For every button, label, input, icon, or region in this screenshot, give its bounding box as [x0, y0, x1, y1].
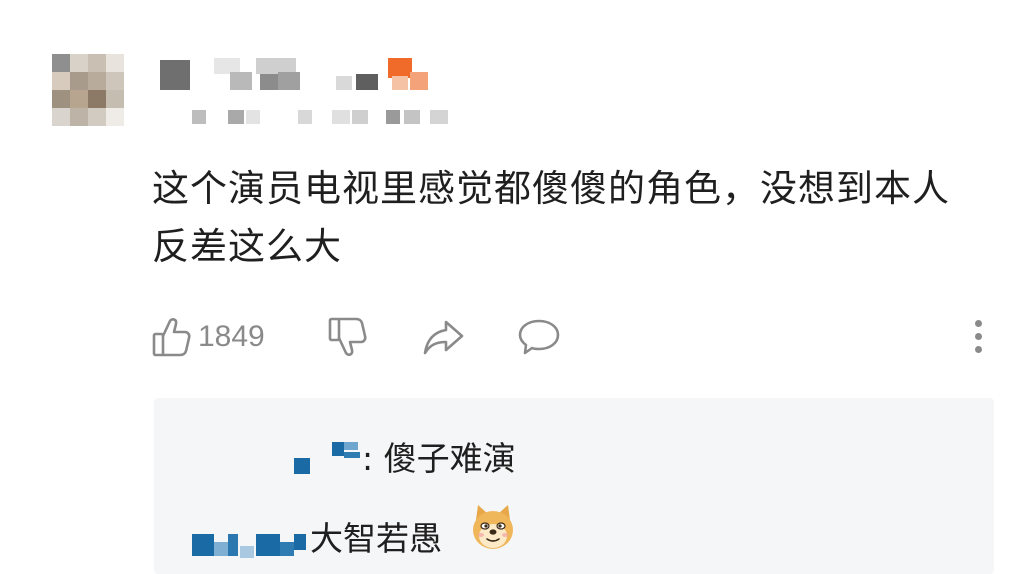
username-mosaic[interactable]: [160, 58, 450, 94]
reply-button[interactable]: [516, 316, 562, 358]
more-vertical-icon[interactable]: [975, 320, 982, 359]
like-button[interactable]: 1849: [152, 316, 265, 358]
comment-thread: 这个演员电视里感觉都傻傻的角色，没想到本人反差这么大 1849: 傻子难演 大…: [0, 0, 1024, 574]
comment-actions: 1849: [152, 316, 992, 366]
doge-emoji-icon: [468, 502, 518, 552]
comment-bubble-icon: [516, 316, 562, 358]
thumbs-down-icon: [328, 316, 368, 358]
avatar[interactable]: [52, 54, 124, 126]
thumbs-up-icon: [152, 316, 192, 358]
comment-meta-mosaic: [192, 110, 462, 130]
comment-text: 这个演员电视里感觉都傻傻的角色，没想到本人反差这么大: [152, 167, 950, 268]
share-arrow-icon: [422, 316, 466, 358]
dislike-button[interactable]: [328, 316, 368, 358]
reply-text: 大智若愚: [310, 519, 442, 558]
like-count: 1849: [198, 320, 265, 353]
reply-text: : 傻子难演: [362, 439, 516, 478]
replies-panel[interactable]: : 傻子难演 大智若愚: [154, 398, 994, 574]
reply-author-mosaic[interactable]: [192, 522, 312, 562]
share-button[interactable]: [422, 316, 466, 358]
